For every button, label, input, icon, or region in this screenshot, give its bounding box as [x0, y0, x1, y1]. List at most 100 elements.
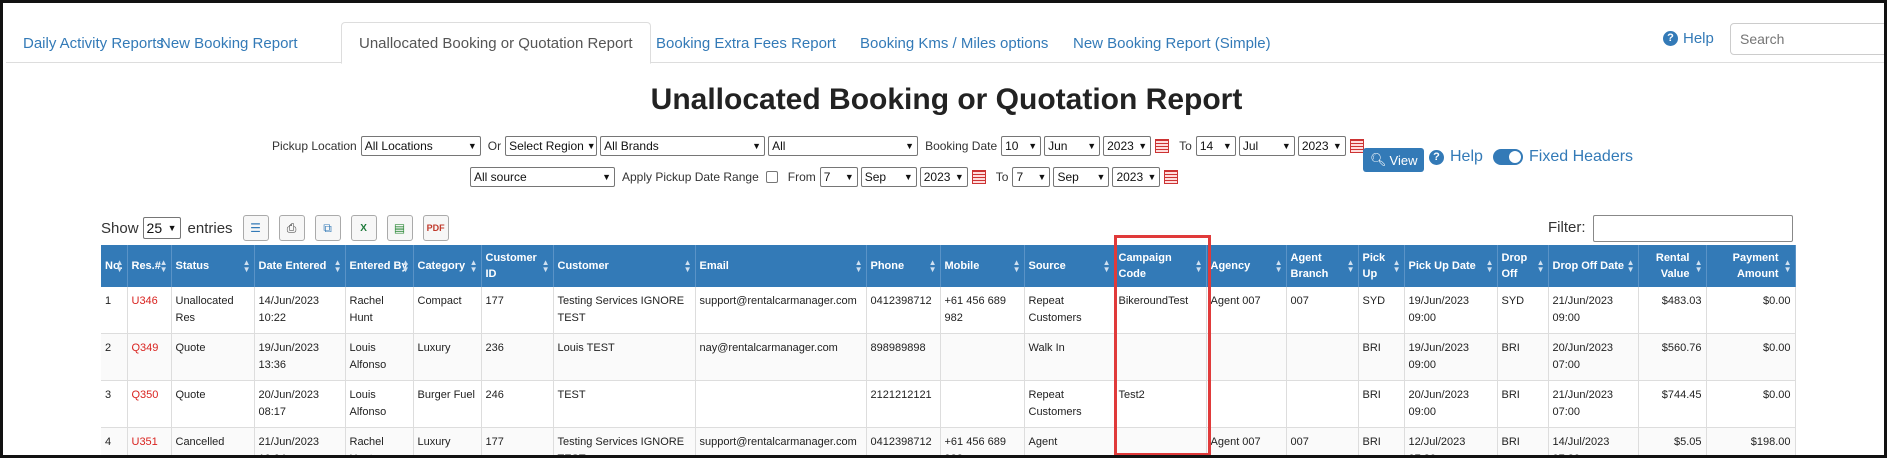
column-header[interactable]: Phone ▲ ▼	[866, 245, 941, 287]
table-cell: 14/Jun/2023 10:22	[254, 287, 346, 334]
pickup-from-day-select[interactable]: 7 ▼	[819, 167, 858, 187]
entries-select[interactable]: 25 ▼	[142, 217, 181, 239]
column-header-label: Customer	[557, 260, 609, 272]
table-cell: Walk In	[1024, 333, 1115, 381]
column-header[interactable]: Payment Amount ▲ ▼	[1706, 245, 1796, 287]
pdf-export-button[interactable]: PDF	[422, 215, 449, 241]
pickup-to-year-select[interactable]: 2023 ▼	[1112, 167, 1161, 187]
calendar-icon[interactable]	[1155, 139, 1170, 153]
search-input[interactable]	[1730, 23, 1884, 55]
column-header-label: Agency	[1210, 260, 1251, 272]
column-header[interactable]: Pick Up ▲ ▼	[1358, 245, 1405, 287]
sort-icon: ▲ ▼	[928, 258, 937, 274]
booking-from-month-select[interactable]: Jun ▼	[1044, 136, 1101, 156]
column-header[interactable]: Date Entered ▲ ▼	[254, 245, 346, 287]
table-row[interactable]: 1 U346 Unallocated Res 14/Jun/2023 10:22 Rac…	[101, 287, 1796, 334]
view-button[interactable]: 🔍︎ View	[1363, 148, 1425, 172]
pickup-from-year-select[interactable]: 2023 ▼	[919, 167, 968, 187]
tab-new-booking-report-simple[interactable]: New Booking Report (Simple)	[1056, 25, 1288, 63]
copy-button[interactable]: ⧉	[314, 215, 341, 241]
column-header[interactable]: Status ▲ ▼	[171, 245, 255, 287]
tab-booking-kms-miles-options[interactable]: Booking Kms / Miles options	[843, 25, 1065, 63]
reservation-link[interactable]: U351	[127, 427, 172, 455]
chevron-down-icon: ▼	[954, 172, 964, 182]
tab-unallocated-booking-report[interactable]: Unallocated Booking or Quotation Report	[341, 22, 651, 64]
booking-to-month-select[interactable]: Jul ▼	[1238, 136, 1295, 156]
table-cell: 20/Jun/2023 07:00	[1548, 333, 1639, 381]
region-select[interactable]: Select Region ▼	[505, 136, 598, 156]
reservation-link[interactable]: U346	[127, 287, 172, 334]
excel-export-button[interactable]: X	[350, 215, 377, 241]
table-cell: 1	[101, 287, 128, 334]
booking-from-day-select[interactable]: 10 ▼	[1001, 136, 1042, 156]
sort-icon: ▲ ▼	[115, 258, 124, 274]
table-cell: $560.76	[1638, 333, 1707, 381]
sort-icon: ▲ ▼	[1694, 258, 1703, 274]
apply-pickup-date-range-checkbox[interactable]	[765, 171, 778, 183]
pickup-to-month-select[interactable]: Sep ▼	[1053, 167, 1110, 187]
calendar-icon[interactable]	[971, 170, 986, 184]
print-button[interactable]: ⎙	[278, 215, 305, 241]
table-row[interactable]: 2 Q349 Quote 19/Jun/2023 13:36 Louis Alfonso…	[101, 333, 1796, 381]
table-cell: 4	[101, 427, 128, 455]
table-cell: 19/Jun/2023 13:36	[254, 333, 346, 381]
column-visibility-button[interactable]: ☰	[242, 215, 269, 241]
reservation-link[interactable]: Q350	[127, 380, 172, 428]
column-header[interactable]: Category ▲ ▼	[413, 245, 482, 287]
column-header[interactable]: Mobile ▲ ▼	[940, 245, 1025, 287]
column-header[interactable]: Email ▲ ▼	[695, 245, 867, 287]
tab-booking-extra-fees-report[interactable]: Booking Extra Fees Report	[639, 25, 853, 63]
table-cell: Louis TEST	[553, 333, 696, 381]
csv-file-icon: ▤	[393, 221, 406, 235]
column-header[interactable]: Customer ID ▲ ▼	[481, 245, 554, 287]
table-cell: Quote	[171, 380, 255, 428]
column-header[interactable]: Agent Branch ▲ ▼	[1286, 245, 1359, 287]
brands-select[interactable]: All Brands ▼	[600, 136, 766, 156]
booking-to-day-select[interactable]: 14 ▼	[1195, 136, 1236, 156]
source-select[interactable]: All source ▼	[470, 167, 615, 187]
table-cell: 177	[481, 427, 554, 455]
fixed-headers-toggle[interactable]: Fixed Headers	[1493, 148, 1633, 166]
table-cell: Repeat Customers	[1024, 287, 1115, 334]
table-cell: Agent 007	[1206, 427, 1287, 455]
booking-to-day-value: 14	[1199, 139, 1214, 153]
sort-icon: ▲ ▼	[541, 258, 550, 274]
column-header[interactable]: Pick Up Date ▲ ▼	[1404, 245, 1498, 287]
column-header[interactable]: Res.# ▲ ▼	[127, 245, 172, 287]
column-header[interactable]: No. ▲ ▼	[101, 245, 128, 287]
campaign-code-highlight	[1114, 235, 1211, 455]
table-cell: Unallocated Res	[171, 287, 255, 334]
pickup-to-day-select[interactable]: 7 ▼	[1012, 167, 1051, 187]
booking-from-year-select[interactable]: 2023 ▼	[1103, 136, 1152, 156]
pickup-location-select[interactable]: All Locations ▼	[360, 136, 481, 156]
column-header[interactable]: Customer ▲ ▼	[553, 245, 696, 287]
calendar-icon[interactable]	[1349, 139, 1364, 153]
column-header[interactable]: Entered By ▲ ▼	[345, 245, 414, 287]
column-header[interactable]: Rental Value ▲ ▼	[1638, 245, 1707, 287]
table-cell: support@rentalcarmanager.com	[695, 427, 867, 455]
column-header-label: Pick Up Date	[1408, 260, 1476, 272]
table-cell: support@rentalcarmanager.com	[695, 287, 867, 334]
column-header-label: Rental Value	[1655, 252, 1690, 280]
pickup-from-month-select[interactable]: Sep ▼	[860, 167, 917, 187]
table-cell: Louis Alfonso	[345, 380, 414, 428]
column-header[interactable]: Drop Off Date ▲ ▼	[1548, 245, 1639, 287]
table-cell	[940, 380, 1025, 428]
filter-row-2: All source ▼ Apply Pickup Date Range From…	[470, 167, 1184, 187]
calendar-icon[interactable]	[1164, 170, 1179, 184]
column-header[interactable]: Agency ▲ ▼	[1206, 245, 1287, 287]
table-cell: Rachel Hunt	[345, 427, 414, 455]
table-filter-input[interactable]	[1593, 215, 1793, 242]
booking-to-year-select[interactable]: 2023 ▼	[1297, 136, 1346, 156]
reservation-link[interactable]: Q349	[127, 333, 172, 381]
column-header[interactable]: Source ▲ ▼	[1024, 245, 1115, 287]
column-header[interactable]: Drop Off ▲ ▼	[1497, 245, 1549, 287]
or-label: Or	[487, 139, 502, 153]
help-link-filters[interactable]: ? Help	[1429, 148, 1483, 166]
tab-new-booking-report[interactable]: New Booking Report	[143, 25, 315, 63]
table-row[interactable]: 3 Q350 Quote 20/Jun/2023 08:17 Louis Alfonso…	[101, 380, 1796, 428]
csv-export-button[interactable]: ▤	[386, 215, 413, 241]
help-link[interactable]: ? Help	[1663, 30, 1714, 47]
category-select[interactable]: All ▼	[768, 136, 919, 156]
table-row[interactable]: 4U351Cancelled21/Jun/2023 10:04Rachel Hu…	[101, 427, 1796, 455]
